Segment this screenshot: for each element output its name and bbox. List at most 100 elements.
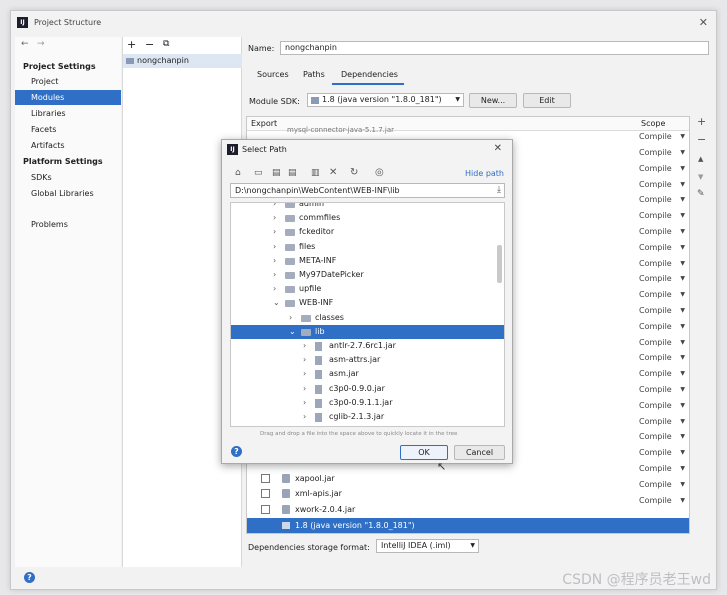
tree-node-files[interactable]: › files [231,240,504,254]
tree-node-fckeditor[interactable]: › fckeditor [231,225,504,239]
tree-node-admin[interactable]: › admin [231,203,504,211]
new-sdk-button[interactable]: New... [469,93,517,108]
scope-dropdown[interactable]: Compile ▼ [639,241,689,255]
chevron-right-icon[interactable]: › [273,225,276,239]
scope-dropdown[interactable]: Compile ▼ [639,383,689,397]
chevron-right-icon[interactable]: › [289,311,292,325]
tree-node-classes[interactable]: › classes [231,311,504,325]
chevron-right-icon[interactable]: › [303,424,306,426]
dependency-row-sdk[interactable]: 1.8 (java version "1.8.0_181") [247,518,689,533]
scope-dropdown[interactable]: Compile ▼ [639,494,689,508]
tree-node-antlr-2-7-6rc1-jar[interactable]: › antlr-2.7.6rc1.jar [231,339,504,353]
scope-dropdown[interactable]: Compile ▼ [639,146,689,160]
hide-path-link[interactable]: Hide path [465,169,504,178]
chevron-right-icon[interactable]: › [273,240,276,254]
module-sdk-select[interactable]: 1.8 (java version "1.8.0_181") ▼ [307,93,464,107]
scope-dropdown[interactable]: Compile ▼ [639,304,689,318]
nav-item-modules[interactable]: Modules [15,90,121,105]
scope-dropdown[interactable]: Compile ▼ [639,367,689,381]
scope-dropdown[interactable]: Compile ▼ [639,209,689,223]
export-checkbox[interactable] [261,474,270,483]
home-icon[interactable]: ⌂ [235,168,241,178]
forward-arrow-icon[interactable]: → [37,39,45,49]
scope-dropdown[interactable]: Compile ▼ [639,399,689,413]
dialog-help-icon[interactable]: ? [231,446,242,457]
nav-item-facets[interactable]: Facets [15,122,121,137]
move-up-icon[interactable]: ▲ [698,155,703,163]
scope-dropdown[interactable]: Compile ▼ [639,351,689,365]
chevron-right-icon[interactable]: › [303,410,306,424]
tree-node-meta-inf[interactable]: › META-INF [231,254,504,268]
dependency-row-xwork[interactable]: xwork-2.0.4.jar [295,502,355,517]
chevron-right-icon[interactable]: › [303,353,306,367]
scope-dropdown[interactable]: Compile ▼ [639,336,689,350]
tree-node-web-inf[interactable]: ⌄ WEB-INF [231,296,504,310]
nav-item-artifacts[interactable]: Artifacts [15,138,121,153]
dialog-close-icon[interactable]: ✕ [494,143,502,154]
chevron-right-icon[interactable]: › [303,382,306,396]
edit-pencil-icon[interactable]: ✎ [697,189,705,199]
chevron-right-icon[interactable]: › [303,339,306,353]
chevron-right-icon[interactable]: › [273,211,276,225]
dependency-row-xapool[interactable]: xapool.jar [295,471,335,486]
path-input[interactable]: D:\nongchanpin\WebContent\WEB-INF\lib ⤓ [230,183,505,198]
tree-node-cglib-2-1-3-jar[interactable]: › cglib-2.1.3.jar [231,410,504,424]
scope-dropdown[interactable]: Compile ▼ [639,178,689,192]
scope-dropdown[interactable]: Compile ▼ [639,430,689,444]
tree-node-upfile[interactable]: › upfile [231,282,504,296]
add-dependency-icon[interactable]: + [697,115,706,128]
tree-node-asm-attrs-jar[interactable]: › asm-attrs.jar [231,353,504,367]
module-folder-icon[interactable]: ▤ [288,168,297,178]
scope-dropdown[interactable]: Compile ▼ [639,225,689,239]
help-icon[interactable]: ? [24,572,35,583]
move-down-icon[interactable]: ▼ [698,173,703,181]
chevron-right-icon[interactable]: › [303,367,306,381]
tab-dependencies[interactable]: Dependencies [341,70,398,79]
scope-dropdown[interactable]: Compile ▼ [639,478,689,492]
export-checkbox[interactable] [261,505,270,514]
module-name-field[interactable]: nongchanpin [280,41,709,55]
tab-paths[interactable]: Paths [303,70,325,79]
download-icon[interactable]: ⤓ [497,184,501,197]
nav-item-problems[interactable]: Problems [15,217,121,232]
chevron-right-icon[interactable]: › [273,254,276,268]
remove-module-icon[interactable]: − [145,38,154,51]
window-close-icon[interactable]: ✕ [699,16,708,29]
tree-node-lib[interactable]: ⌄ lib [231,324,504,339]
scope-dropdown[interactable]: Compile ▼ [639,446,689,460]
tree-node-my97datepicker[interactable]: › My97DatePicker [231,268,504,282]
ok-button[interactable]: OK [400,445,448,460]
tree-node-c3p0-0-9-0-jar[interactable]: › c3p0-0.9.0.jar [231,382,504,396]
dependency-row-xml-apis[interactable]: xml-apis.jar [295,486,342,501]
file-tree[interactable]: › admin › commfiles › fckeditor › files › META-IN… [230,202,505,427]
nav-item-project[interactable]: Project [15,74,121,89]
add-module-icon[interactable]: + [127,38,136,51]
tree-node-commfiles[interactable]: › commfiles [231,211,504,225]
project-folder-icon[interactable]: ▤ [272,168,281,178]
scope-dropdown[interactable]: Compile ▼ [639,288,689,302]
scope-dropdown[interactable]: Compile ▼ [639,193,689,207]
nav-item-libraries[interactable]: Libraries [15,106,121,121]
chevron-right-icon[interactable]: › [273,282,276,296]
scope-dropdown[interactable]: Compile ▼ [639,130,689,144]
storage-format-select[interactable]: IntelliJ IDEA (.iml) ▼ [376,539,479,553]
chevron-down-icon[interactable]: ⌄ [273,296,280,310]
back-arrow-icon[interactable]: ← [21,39,29,49]
show-hidden-icon[interactable]: ◎ [375,167,384,178]
delete-icon[interactable]: ✕ [329,167,337,178]
cancel-button[interactable]: Cancel [454,445,505,460]
tree-node-commons-attributes-api-jar[interactable]: › commons-attributes-api.jar [231,424,504,426]
scope-dropdown[interactable]: Compile ▼ [639,320,689,334]
scope-dropdown[interactable]: Compile ▼ [639,257,689,271]
refresh-icon[interactable]: ↻ [350,167,358,178]
chevron-right-icon[interactable]: › [273,268,276,282]
remove-dependency-icon[interactable]: − [697,133,706,146]
scope-dropdown[interactable]: Compile ▼ [639,462,689,476]
tree-node-asm-jar[interactable]: › asm.jar [231,367,504,381]
tab-sources[interactable]: Sources [257,70,289,79]
scope-dropdown[interactable]: Compile ▼ [639,272,689,286]
chevron-right-icon[interactable]: › [303,396,306,410]
new-folder-icon[interactable]: ▥ [311,168,320,178]
tree-node-c3p0-0-9-1-1-jar[interactable]: › c3p0-0.9.1.1.jar [231,396,504,410]
export-checkbox[interactable] [261,489,270,498]
